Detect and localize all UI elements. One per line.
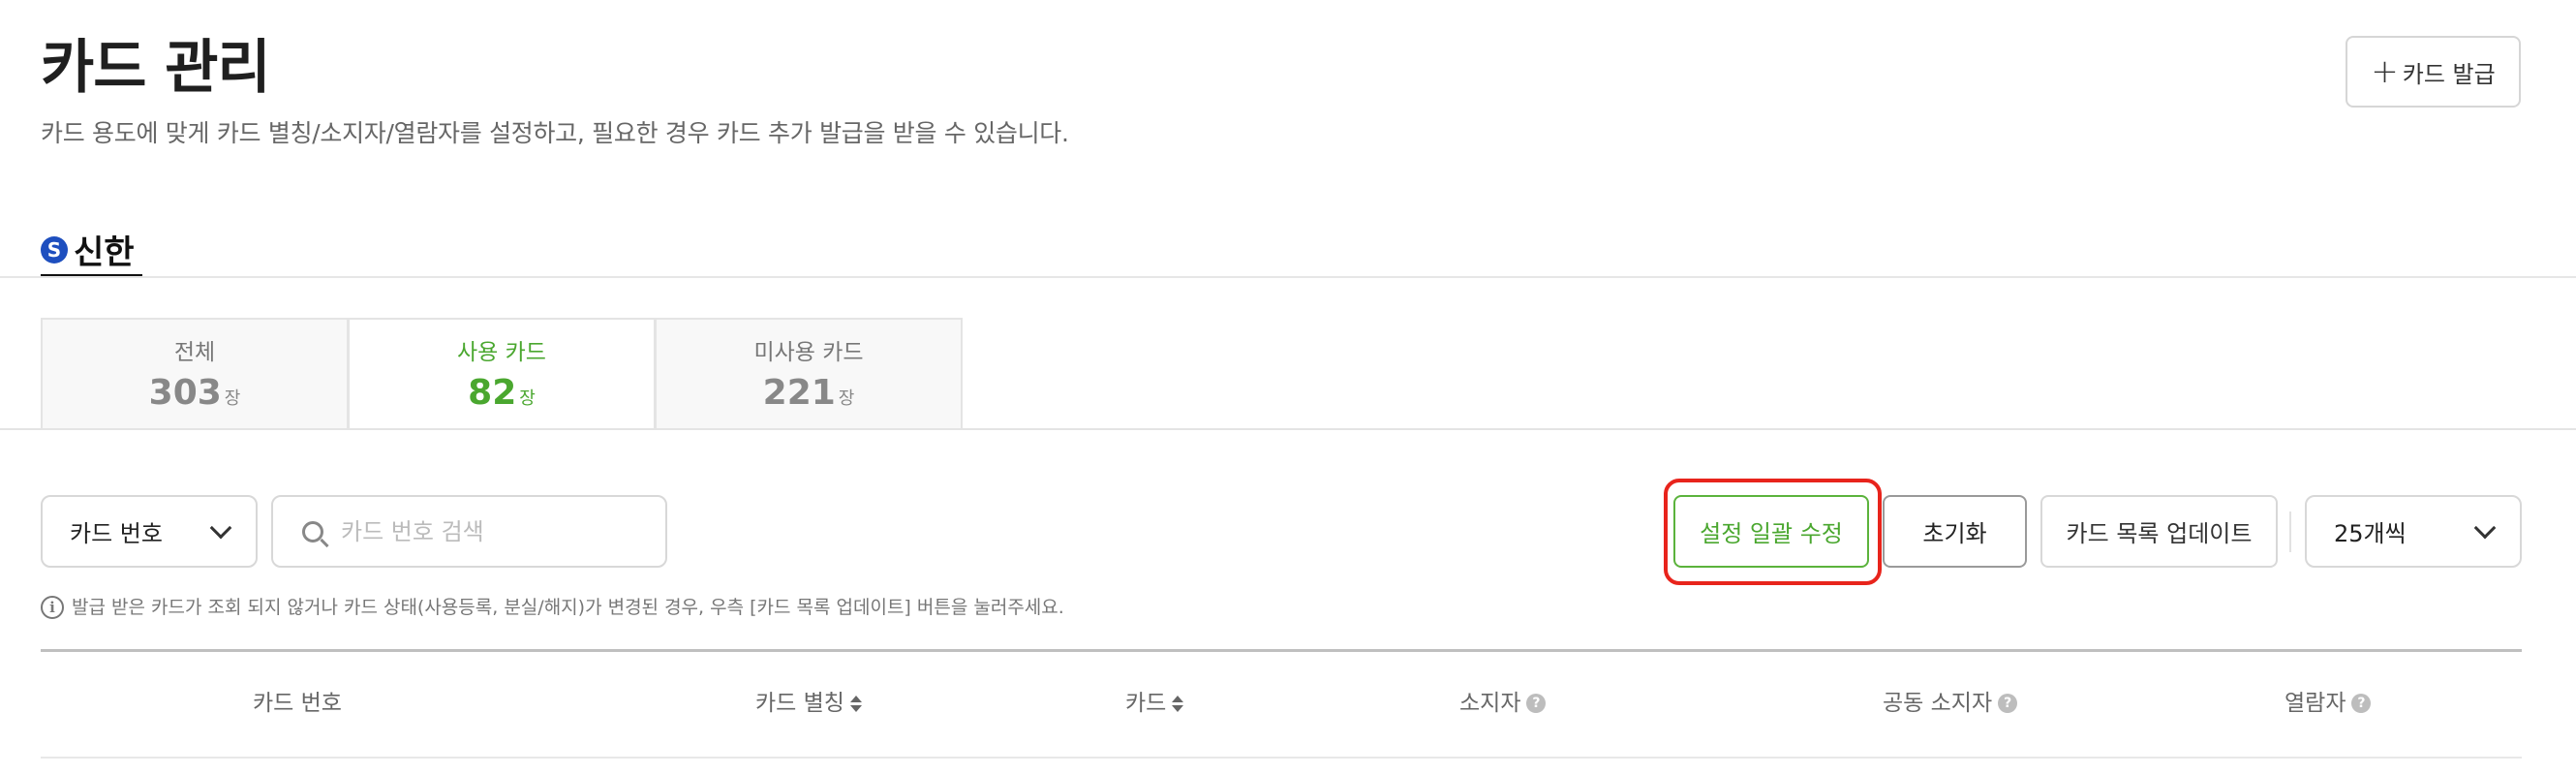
reset-button[interactable]: 초기화 (1883, 495, 2027, 568)
tab-all-cards[interactable]: 전체 303 장 (41, 318, 349, 428)
tab-label: 사용 카드 (457, 340, 546, 365)
table-header-bottom-border (41, 757, 2522, 759)
plus-icon: + (2371, 52, 2399, 91)
toolbar-divider (2289, 512, 2291, 552)
column-label: 카드 번호 (253, 691, 342, 716)
page-size-value: 25개씩 (2334, 520, 2407, 547)
page-description: 카드 용도에 맞게 카드 별칭/소지자/열람자를 설정하고, 필요한 경우 카드… (41, 119, 1069, 147)
sort-icon[interactable] (850, 696, 862, 712)
tab-label: 미사용 카드 (753, 340, 864, 365)
tab-unit: 장 (519, 388, 536, 409)
column-label: 카드 (1125, 691, 1167, 716)
tab-unused-cards[interactable]: 미사용 카드 221 장 (655, 318, 963, 428)
tab-count: 303 (148, 373, 222, 413)
help-icon[interactable]: ? (2351, 694, 2372, 713)
sort-icon[interactable] (1172, 696, 1183, 712)
help-icon[interactable]: ? (1998, 694, 2018, 713)
column-label: 카드 별칭 (755, 691, 844, 716)
column-header-card-alias[interactable]: 카드 별칭 (755, 684, 862, 723)
page-title: 카드 관리 (41, 34, 271, 102)
shinhan-logo-icon (41, 235, 68, 264)
column-header-card[interactable]: 카드 (1125, 684, 1183, 723)
column-header-holder: 소지자 ? (1459, 684, 1547, 723)
chevron-down-icon (2473, 516, 2497, 539)
column-header-card-number: 카드 번호 (253, 684, 342, 723)
bank-tab-shinhan[interactable]: 신한 (41, 225, 142, 277)
tabs-divider (0, 428, 2576, 430)
search-type-value: 카드 번호 (70, 520, 163, 547)
notice-text: 발급 받은 카드가 조회 되지 않거나 카드 상태(사용등록, 분실/해지)가 … (72, 597, 1064, 618)
column-header-viewer: 열람자 ? (2285, 684, 2372, 723)
column-label: 공동 소지자 (1883, 691, 1993, 716)
tab-label: 전체 (173, 340, 216, 365)
help-icon[interactable]: ? (1526, 694, 1547, 713)
update-card-list-button[interactable]: 카드 목록 업데이트 (2040, 495, 2278, 568)
table-top-border (41, 649, 2522, 652)
update-notice: i 발급 받은 카드가 조회 되지 않거나 카드 상태(사용등록, 분실/해지)… (41, 593, 1064, 622)
search-type-select[interactable]: 카드 번호 (41, 495, 258, 568)
info-icon: i (41, 596, 64, 619)
tab-unit: 장 (838, 388, 855, 409)
bulk-edit-button[interactable]: 설정 일괄 수정 (1673, 495, 1869, 568)
column-label: 소지자 (1459, 691, 1521, 716)
column-label: 열람자 (2285, 691, 2346, 716)
search-box[interactable] (271, 495, 667, 568)
bank-tab-label: 신한 (74, 233, 135, 272)
tab-count: 82 (468, 373, 517, 413)
column-header-co-holder: 공동 소지자 ? (1883, 684, 2018, 723)
search-input[interactable] (341, 517, 651, 545)
bank-tab-divider (0, 276, 2576, 278)
issue-card-button[interactable]: + 카드 발급 (2346, 36, 2521, 108)
tab-count: 221 (762, 373, 836, 413)
search-icon (302, 520, 323, 542)
issue-card-label: 카드 발급 (2402, 60, 2496, 88)
page-size-select[interactable]: 25개씩 (2305, 495, 2522, 568)
tab-unit: 장 (224, 388, 241, 409)
chevron-down-icon (209, 516, 232, 539)
tab-used-cards[interactable]: 사용 카드 82 장 (348, 318, 656, 428)
